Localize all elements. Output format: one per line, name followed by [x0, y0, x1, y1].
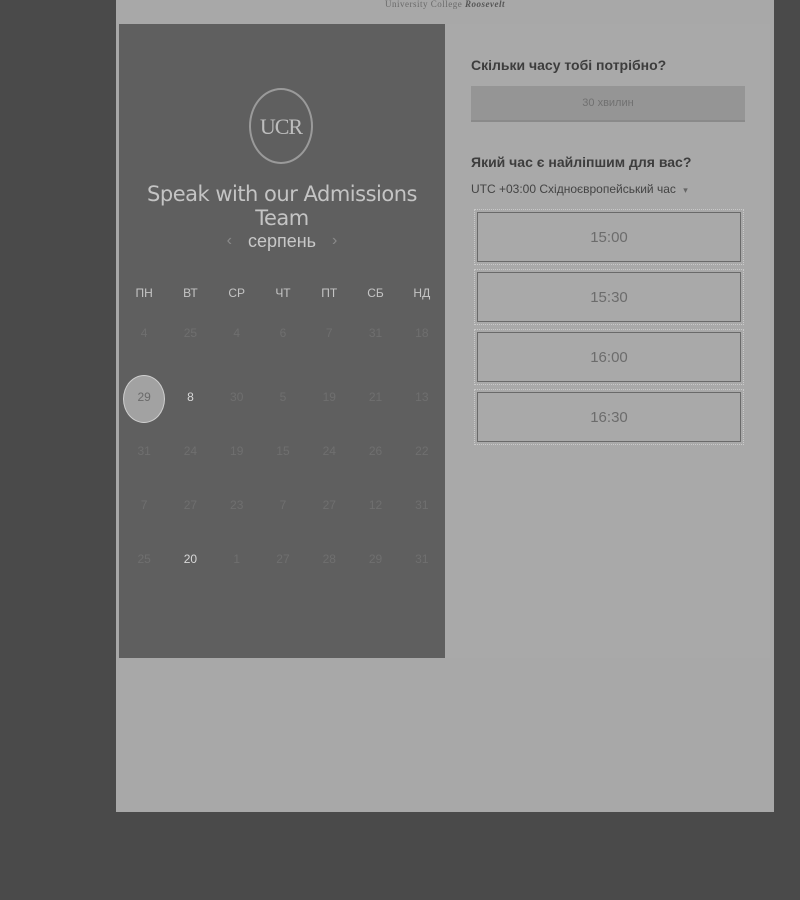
calendar-day: 4: [140, 326, 148, 340]
time-slot-button[interactable]: 15:30: [474, 269, 744, 325]
calendar-grid: ПН ВТ СР ЧТ ПТ СБ НД 4 25 4 6 7 31 18 29…: [121, 286, 445, 586]
calendar-day: 27: [183, 498, 198, 512]
calendar-day: 15: [276, 444, 290, 458]
calendar-day: 19: [230, 444, 244, 458]
calendar-day: 12: [368, 498, 383, 512]
calendar-week: 29 8 30 5 19 21 13: [121, 370, 445, 424]
time-question: Який час є найліпшим для вас?: [471, 154, 692, 170]
duration-select[interactable]: 30 хвилин: [471, 86, 745, 122]
calendar-day: 22: [415, 444, 429, 458]
calendar-day-available[interactable]: 20: [167, 532, 213, 586]
panel-title: Speak with our Admissions Team: [147, 182, 417, 230]
calendar-day: 24: [183, 444, 198, 458]
calendar-day: 7: [325, 326, 333, 340]
calendar-day: 27: [276, 552, 290, 566]
calendar-day: 31: [137, 444, 151, 458]
calendar-day: 28: [322, 552, 336, 566]
calendar-week: 4 25 4 6 7 31 18: [121, 316, 445, 370]
calendar-week: 31 24 19 15 24 26 22: [121, 424, 445, 478]
selected-day-label: 29: [137, 390, 151, 404]
calendar-day: 25: [137, 552, 151, 566]
month-label: серпень: [247, 230, 317, 251]
header-brand: Roosevelt: [465, 0, 505, 9]
weekday-wed: СР: [228, 286, 246, 300]
weekday-thu: ЧТ: [275, 286, 291, 300]
ucr-logo: UCR: [249, 88, 313, 164]
calendar-day-available[interactable]: 8: [167, 370, 213, 424]
calendar-day: 24: [322, 444, 336, 458]
calendar-day-selected[interactable]: 29: [121, 370, 167, 424]
calendar-day: 31: [415, 498, 429, 512]
chevron-down-icon: ▾: [683, 185, 688, 195]
calendar-day: 19: [322, 390, 336, 404]
calendar-day: 7: [279, 498, 287, 512]
calendar-day: 6: [279, 326, 287, 340]
calendar-day: 18: [415, 326, 429, 340]
calendar-day: 25: [183, 326, 198, 340]
prev-month-icon[interactable]: ‹: [227, 232, 232, 250]
timezone-label: UTC +03:00 Східноєвропейський час: [471, 182, 676, 196]
time-slot-button[interactable]: 16:00: [474, 329, 744, 385]
booking-page: University College Roosevelt UCR Speak w…: [116, 0, 774, 812]
booking-panel: Скільки часу тобі потрібно? 30 хвилин Як…: [471, 24, 761, 658]
calendar-day: 29: [368, 552, 383, 566]
calendar-day: 23: [230, 498, 244, 512]
calendar-day: 5: [279, 390, 287, 404]
calendar-week: 25 20 1 27 28 29 31: [121, 532, 445, 586]
weekday-sat: СБ: [367, 286, 384, 300]
month-navigation: ‹ серпень ›: [119, 229, 445, 253]
weekday-sun: НД: [413, 286, 431, 300]
calendar-panel: UCR Speak with our Admissions Team ‹ сер…: [119, 24, 445, 658]
scheduling-widget: UCR Speak with our Admissions Team ‹ сер…: [119, 24, 770, 658]
timezone-select[interactable]: UTC +03:00 Східноєвропейський час ▾: [471, 182, 688, 196]
calendar-day: 30: [230, 390, 244, 404]
header-text: University College: [385, 0, 463, 9]
calendar-day: 26: [368, 444, 383, 458]
calendar-day: 1: [233, 552, 241, 566]
calendar-day: 31: [415, 552, 429, 566]
weekday-tue: ВТ: [183, 286, 198, 300]
calendar-day: 31: [368, 326, 383, 340]
page-header: University College Roosevelt: [116, 0, 774, 14]
time-slot-button[interactable]: 16:30: [474, 389, 744, 445]
calendar-week: 7 27 23 7 27 12 31: [121, 478, 445, 532]
weekday-header: ПН ВТ СР ЧТ ПТ СБ НД: [121, 286, 445, 306]
time-slot-list: 15:00 15:30 16:00 16:30: [474, 209, 744, 452]
weekday-fri: ПТ: [321, 286, 338, 300]
calendar-day: 21: [368, 390, 383, 404]
calendar-day: 13: [415, 390, 429, 404]
time-slot-button[interactable]: 15:00: [474, 209, 744, 265]
next-month-icon[interactable]: ›: [332, 232, 337, 250]
weekday-mon: ПН: [135, 286, 153, 300]
calendar-day: 4: [233, 326, 241, 340]
calendar-day: 27: [322, 498, 336, 512]
duration-question: Скільки часу тобі потрібно?: [471, 57, 667, 73]
calendar-day: 7: [140, 498, 148, 512]
